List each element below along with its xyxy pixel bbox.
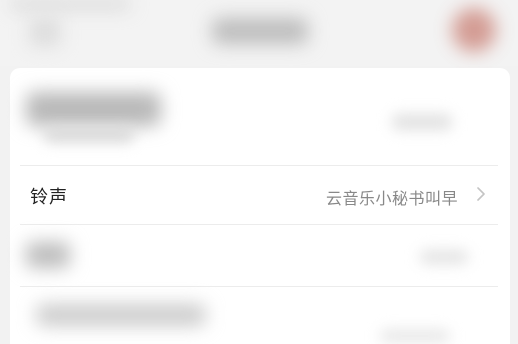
blurred-time-subtext — [44, 128, 134, 142]
blurred-setting-label — [36, 304, 206, 326]
blurred-header — [0, 0, 518, 66]
blurred-avatar[interactable] — [452, 8, 496, 52]
ringtone-value: 云音乐小秘书叫早 — [325, 189, 458, 208]
blurred-status-bar — [10, 0, 130, 8]
blurred-page-title — [212, 18, 308, 44]
blurred-time-display[interactable] — [26, 92, 161, 126]
divider — [20, 224, 498, 225]
chevron-right-icon — [477, 187, 485, 201]
ringtone-label: 铃声 — [30, 187, 68, 208]
blurred-setting-label — [26, 242, 70, 268]
divider — [20, 286, 498, 287]
blurred-row-value — [392, 114, 452, 130]
blurred-setting-value — [420, 250, 468, 264]
blurred-setting-value — [380, 330, 450, 342]
ringtone-setting-row[interactable]: 铃声 云音乐小秘书叫早 — [10, 166, 510, 224]
blurred-back-button[interactable] — [30, 18, 60, 46]
